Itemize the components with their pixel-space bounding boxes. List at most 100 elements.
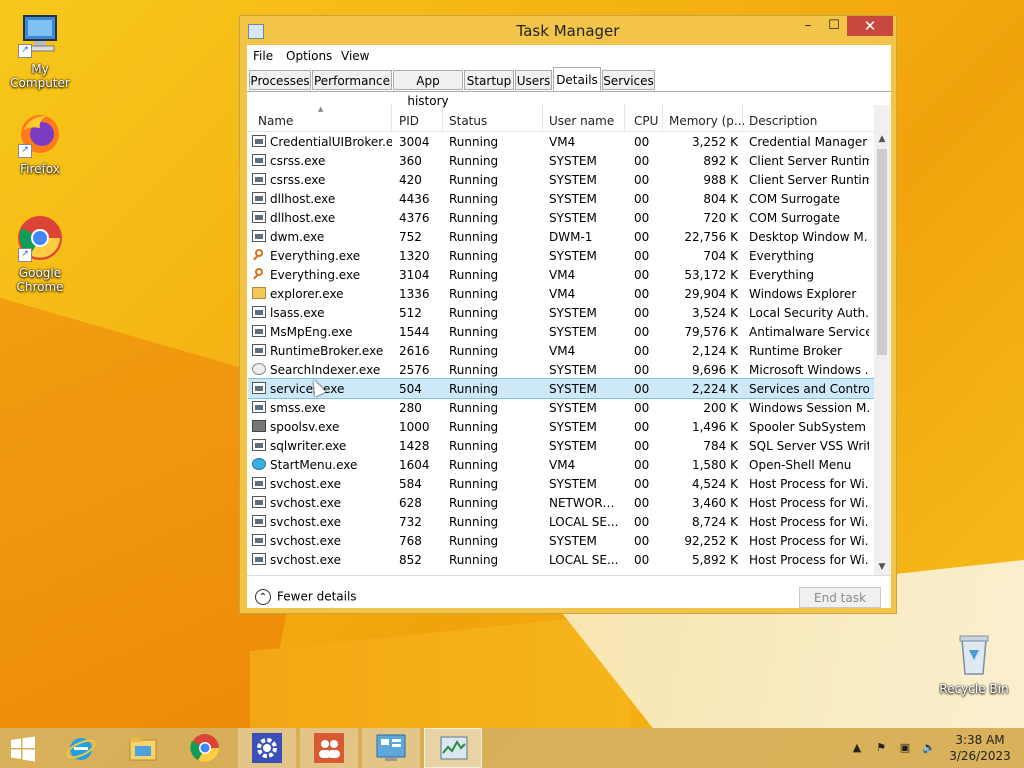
tab-app-history[interactable]: App history [393,70,463,108]
column-header-pid[interactable]: PID [399,114,419,128]
pid-cell: 504 [399,382,422,396]
scrollbar-thumb[interactable] [877,149,887,355]
table-row[interactable]: svchost.exe 852 Running LOCAL SE... 00 5,892 … [248,550,874,569]
description-cell: Windows Session M... [749,401,869,415]
exe-icon [252,534,266,546]
column-separator[interactable] [391,105,392,131]
table-row[interactable]: lsass.exe 512 Running SYSTEM 00 3,524 K Local … [248,303,874,322]
volume-muted-icon[interactable]: 🔈 [922,741,936,755]
cpu-cell: 00 [634,287,650,301]
description-cell: Host Process for Wi... [749,553,869,567]
taskbar-file-explorer[interactable] [114,728,172,768]
network-icon[interactable]: ▣ [898,741,912,755]
pid-cell: 1428 [399,439,430,453]
table-row[interactable]: SearchIndexer.exe 2576 Running SYSTEM 00 9,69… [248,360,874,379]
cpu-cell: 00 [634,420,650,434]
menu-options[interactable]: Options [286,49,332,63]
description-cell: Spooler SubSystem ... [749,420,869,434]
table-row[interactable]: MsMpEng.exe 1544 Running SYSTEM 00 79,576 K An… [248,322,874,341]
end-task-button[interactable]: End task [799,587,881,608]
column-header-user-name[interactable]: User name [549,114,614,128]
show-hidden-icons-icon[interactable]: ▲ [850,741,864,755]
taskbar-control-panel[interactable] [362,728,420,768]
cpu-cell: 00 [634,553,650,567]
table-row[interactable]: svchost.exe 768 Running SYSTEM 00 92,252 K Hos… [248,531,874,550]
exe-icon [252,192,266,204]
start-button[interactable] [0,728,50,768]
process-name-cell: StartMenu.exe [270,458,358,472]
close-button[interactable]: ✕ [847,16,893,36]
table-row[interactable]: CredentialUIBroker.exe 3004 Running VM4 00 3,… [248,132,874,151]
table-row[interactable]: services.exe 504 Running SYSTEM 00 2,224 K Ser… [248,378,875,399]
taskbar-users[interactable] [300,728,358,768]
description-cell: Runtime Broker [749,344,843,358]
column-separator[interactable] [442,105,443,131]
taskbar-clock[interactable]: 3:38 AM 3/26/2023 [948,732,1012,764]
table-row[interactable]: svchost.exe 732 Running LOCAL SE... 00 8,724 … [248,512,874,531]
table-row[interactable]: dwm.exe 752 Running DWM-1 00 22,756 K Desktop … [248,227,874,246]
pid-cell: 628 [399,496,422,510]
status-cell: Running [449,382,499,396]
table-row[interactable]: svchost.exe 584 Running SYSTEM 00 4,524 K Host… [248,474,874,493]
taskbar-task-manager[interactable] [424,728,482,768]
minimize-button[interactable]: – [794,16,822,36]
column-separator[interactable] [542,105,543,131]
menu-file[interactable]: File [253,49,273,63]
process-name-cell: svchost.exe [270,515,341,529]
status-cell: Running [449,420,499,434]
menu-view[interactable]: View [341,49,369,63]
exe-icon [252,553,266,565]
taskbar-chrome[interactable] [176,728,234,768]
table-row[interactable]: sqlwriter.exe 1428 Running SYSTEM 00 784 K SQL… [248,436,874,455]
column-header-description[interactable]: Description [749,114,817,128]
table-row[interactable]: csrss.exe 360 Running SYSTEM 00 892 K Client S… [248,151,874,170]
process-name-cell: csrss.exe [270,154,326,168]
user-name-cell: SYSTEM [549,211,597,225]
desktop-icon-recycle-bin[interactable]: Recycle Bin [934,630,1014,696]
title-bar[interactable]: Task Manager – ☐ ✕ [240,16,896,46]
table-row[interactable]: Everything.exe 1320 Running SYSTEM 00 704 K Ev… [248,246,874,265]
pid-cell: 2616 [399,344,430,358]
table-row[interactable]: explorer.exe 1336 Running VM4 00 29,904 K Wind… [248,284,874,303]
cpu-cell: 00 [634,496,650,510]
table-row[interactable]: spoolsv.exe 1000 Running SYSTEM 00 1,496 K Spo… [248,417,874,436]
pid-cell: 1336 [399,287,430,301]
table-row[interactable]: svchost.exe 628 Running NETWORK... 00 3,460 K… [248,493,874,512]
table-row[interactable]: dllhost.exe 4376 Running SYSTEM 00 720 K COM S… [248,208,874,227]
taskbar-settings[interactable] [238,728,296,768]
fewer-details-label: Fewer details [277,589,357,604]
column-header-status[interactable]: Status [449,114,487,128]
tab-services[interactable]: Services [602,70,655,90]
table-row[interactable]: dllhost.exe 4436 Running SYSTEM 00 804 K COM S… [248,189,874,208]
table-row[interactable]: RuntimeBroker.exe 2616 Running VM4 00 2,124 K… [248,341,874,360]
fewer-details-button[interactable]: ⌃ Fewer details [255,589,357,605]
action-center-flag-icon[interactable]: ⚑ [874,741,888,755]
tab-details[interactable]: Details [553,67,601,91]
process-name-cell: svchost.exe [270,496,341,510]
column-header-name[interactable]: Name [258,114,293,128]
column-separator[interactable] [624,105,625,131]
column-header-memory[interactable]: Memory (p... [669,114,745,128]
vertical-scrollbar[interactable]: ▲ ▼ [874,105,890,575]
taskbar-internet-explorer[interactable] [52,728,110,768]
memory-cell: 3,252 K [691,135,738,149]
maximize-button[interactable]: ☐ [820,16,848,36]
column-header-cpu[interactable]: CPU [634,114,658,128]
column-separator[interactable] [662,105,663,131]
scroll-down-icon[interactable]: ▼ [874,559,890,575]
column-separator[interactable] [742,105,743,131]
pid-cell: 852 [399,553,422,567]
desktop-icon-my-computer[interactable]: ↗ My Computer [0,10,80,90]
tab-processes[interactable]: Processes [249,70,311,90]
scroll-up-icon[interactable]: ▲ [874,131,890,147]
desktop-icon-firefox[interactable]: ↗ Firefox [0,110,80,176]
table-row[interactable]: StartMenu.exe 1604 Running VM4 00 1,580 K Open… [248,455,874,474]
table-row[interactable]: Everything.exe 3104 Running VM4 00 53,172 K Ev… [248,265,874,284]
desktop-icon-chrome[interactable]: ↗ Google Chrome [0,214,80,294]
tab-users[interactable]: Users [515,70,552,90]
tab-performance[interactable]: Performance [312,70,392,90]
table-row[interactable]: csrss.exe 420 Running SYSTEM 00 988 K Client S… [248,170,874,189]
tab-startup[interactable]: Startup [464,70,514,90]
table-row[interactable]: smss.exe 280 Running SYSTEM 00 200 K Windows S… [248,398,874,417]
user-name-cell: VM4 [549,458,576,472]
